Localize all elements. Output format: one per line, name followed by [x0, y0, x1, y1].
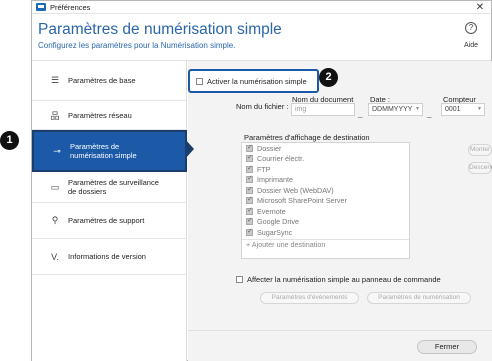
scan-settings-button[interactable]: Paramètres de numérisation [367, 292, 471, 304]
window-title: Préférences [50, 2, 91, 12]
page-title: Paramètres de numérisation simple [38, 21, 282, 38]
list-item[interactable]: Evernote [242, 206, 409, 217]
checkbox-box[interactable] [246, 153, 253, 163]
date-select[interactable]: DDMMYYYY ▼ [368, 103, 423, 116]
check-icon: V. [51, 251, 59, 262]
destination-label: Courrier électr. [257, 154, 305, 164]
move-up-button[interactable]: Monter [468, 144, 492, 156]
sidebar-item-label: Informations de version [68, 252, 146, 261]
assign-label: Affecter la numérisation simple au panne… [247, 275, 441, 284]
close-window-icon[interactable]: ✕ [473, 1, 487, 14]
callout-badge-2: 2 [319, 68, 338, 87]
counter-select[interactable]: 0001 ▼ [441, 103, 485, 116]
title-bar: Préférences ✕ [32, 1, 491, 14]
destination-settings-title: Paramètres d'affichage de destination [244, 133, 370, 142]
sidebar-item-label: Paramètres de surveillance de dossiers [68, 178, 159, 196]
separator: _ [358, 109, 363, 118]
checkbox-box[interactable] [246, 195, 253, 205]
list-item[interactable]: Dossier [242, 143, 409, 154]
key-toggle-icon: ⊸ [53, 145, 61, 156]
callout-badge-1: 1 [0, 131, 19, 150]
list-item[interactable]: Google Drive [242, 216, 409, 228]
folder-icon: ▭ [50, 181, 60, 192]
checkbox-box[interactable] [246, 174, 253, 184]
destination-label: Microsoft SharePoint Server [257, 196, 347, 206]
checkbox-box[interactable] [246, 185, 253, 194]
enable-simple-scan-checkbox[interactable]: Activer la numérisation simple [188, 69, 319, 93]
list-item[interactable]: Microsoft SharePoint Server [242, 195, 409, 207]
destination-label: Imprimante [257, 175, 293, 185]
sidebar-item-label: Paramètres de support [68, 216, 145, 225]
sidebar-item-version[interactable]: V. Informations de version [32, 239, 187, 275]
list-item[interactable]: Courrier électr. [242, 153, 409, 165]
sidebar-item-simple-scan[interactable]: ⊸ Paramètres de numérisation simple [32, 130, 187, 172]
file-name-label: Nom du fichier : [236, 102, 289, 111]
checkbox-box[interactable] [246, 216, 253, 226]
sidebar-item-network[interactable]: 品 Paramètres réseau [32, 101, 187, 130]
destination-label: Evernote [257, 206, 286, 216]
sidebar-item-folder-monitoring[interactable]: ▭ Paramètres de surveillance de dossiers [32, 172, 187, 203]
checkbox-box[interactable] [246, 143, 253, 152]
destination-label: Google Drive [257, 217, 299, 227]
add-destination-button[interactable]: + Ajouter une destination [242, 238, 409, 250]
list-item[interactable]: FTP [242, 164, 409, 175]
chevron-down-icon: ▼ [477, 106, 482, 112]
list-item[interactable]: Imprimante [242, 174, 409, 186]
list-item[interactable]: SugarSync [242, 227, 409, 238]
network-icon: 品 [50, 110, 60, 121]
help-button[interactable]: ? Aide [459, 22, 483, 49]
doc-name-input[interactable]: img [291, 103, 355, 116]
sidebar-item-label: Paramètres de numérisation simple [70, 142, 137, 160]
destination-label: SugarSync [257, 227, 293, 237]
page-header: Paramètres de numérisation simple Config… [32, 15, 491, 61]
checkbox-box[interactable] [236, 276, 243, 283]
destination-label: FTP [257, 164, 271, 174]
checkbox-box[interactable] [246, 227, 253, 236]
help-icon: ? [465, 22, 477, 34]
app-icon [36, 3, 46, 11]
chevron-down-icon: ▼ [415, 106, 420, 112]
destination-list: Dossier Courrier électr. FTP Imprimante … [241, 142, 410, 259]
main-panel: Activer la numérisation simple Nom du fi… [188, 61, 492, 361]
assign-panel-checkbox[interactable]: Affecter la numérisation simple au panne… [236, 275, 441, 284]
sidebar-item-support[interactable]: ⚲ Paramètres de support [32, 203, 187, 239]
separator: _ [427, 109, 432, 118]
event-settings-button[interactable]: Paramètres d'évènements [260, 292, 359, 304]
callout-pointer [185, 139, 194, 159]
enable-label: Activer la numérisation simple [207, 76, 307, 86]
sidebar-item-label: Paramètres réseau [68, 110, 132, 120]
checkbox-box[interactable] [246, 164, 253, 173]
close-button[interactable]: Fermer [417, 340, 477, 354]
footer: Fermer [188, 330, 492, 361]
sidebar-item-label: Paramètres de base [68, 76, 136, 85]
checkbox-box[interactable] [246, 206, 253, 215]
counter-value: 0001 [445, 106, 461, 113]
help-label: Aide [463, 42, 478, 49]
move-down-button[interactable]: Descendre [468, 162, 492, 174]
list-icon: ☰ [50, 75, 60, 85]
destination-label: Dossier [257, 143, 282, 153]
sidebar: ☰ Paramètres de base 品 Paramètres réseau… [32, 61, 187, 361]
date-value: DDMMYYYY [372, 106, 413, 113]
sidebar-item-basic[interactable]: ☰ Paramètres de base [32, 61, 187, 101]
checkbox-box[interactable] [196, 77, 203, 85]
list-item[interactable]: Dossier Web (WebDAV) [242, 185, 409, 196]
preferences-window: Préférences ✕ Paramètres de numérisation… [31, 0, 492, 361]
support-icon: ⚲ [51, 215, 59, 225]
destination-label: Dossier Web (WebDAV) [257, 185, 334, 195]
page-subtitle: Configurez les paramètres pour la Numéri… [38, 41, 236, 50]
